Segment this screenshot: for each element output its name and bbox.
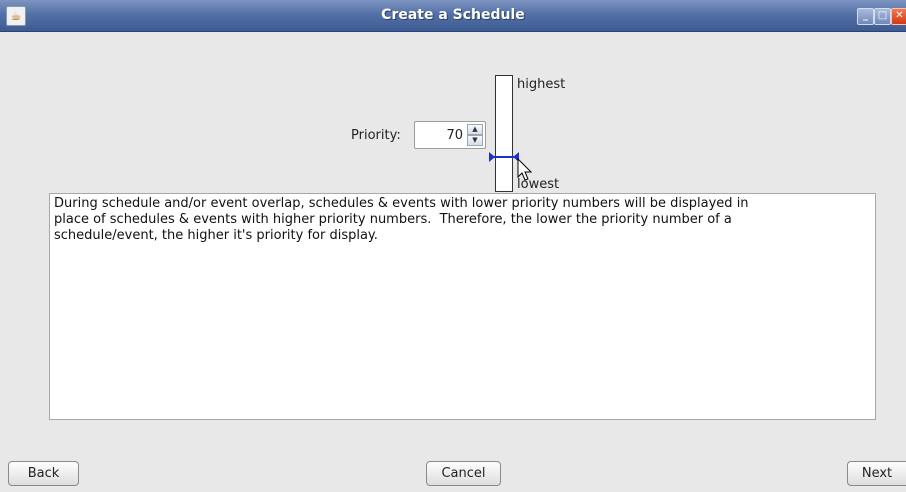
spinner-up-button[interactable]: ▲ <box>467 124 483 135</box>
priority-slider-thumb[interactable] <box>489 151 519 163</box>
back-button[interactable]: Back <box>8 461 79 486</box>
spinner-down-button[interactable]: ▼ <box>467 135 483 146</box>
close-button[interactable]: ✕ <box>891 8 906 25</box>
maximize-button[interactable]: □ <box>874 8 891 25</box>
priority-spinner[interactable]: 70 ▲ ▼ <box>414 121 486 149</box>
minimize-button[interactable]: _ <box>857 8 874 25</box>
next-button[interactable]: Next <box>847 461 906 486</box>
cancel-button[interactable]: Cancel <box>426 461 501 486</box>
mouse-cursor-icon <box>517 158 533 181</box>
priority-label: Priority: <box>351 128 401 143</box>
priority-slider-track[interactable] <box>495 75 513 192</box>
priority-value[interactable]: 70 <box>415 128 463 143</box>
window-title: Create a Schedule <box>381 7 525 23</box>
slider-highest-label: highest <box>517 77 566 92</box>
priority-description-text[interactable]: During schedule and/or event overlap, sc… <box>49 193 876 420</box>
title-bar[interactable]: ☕ Create a Schedule _ □ ✕ <box>0 0 906 32</box>
